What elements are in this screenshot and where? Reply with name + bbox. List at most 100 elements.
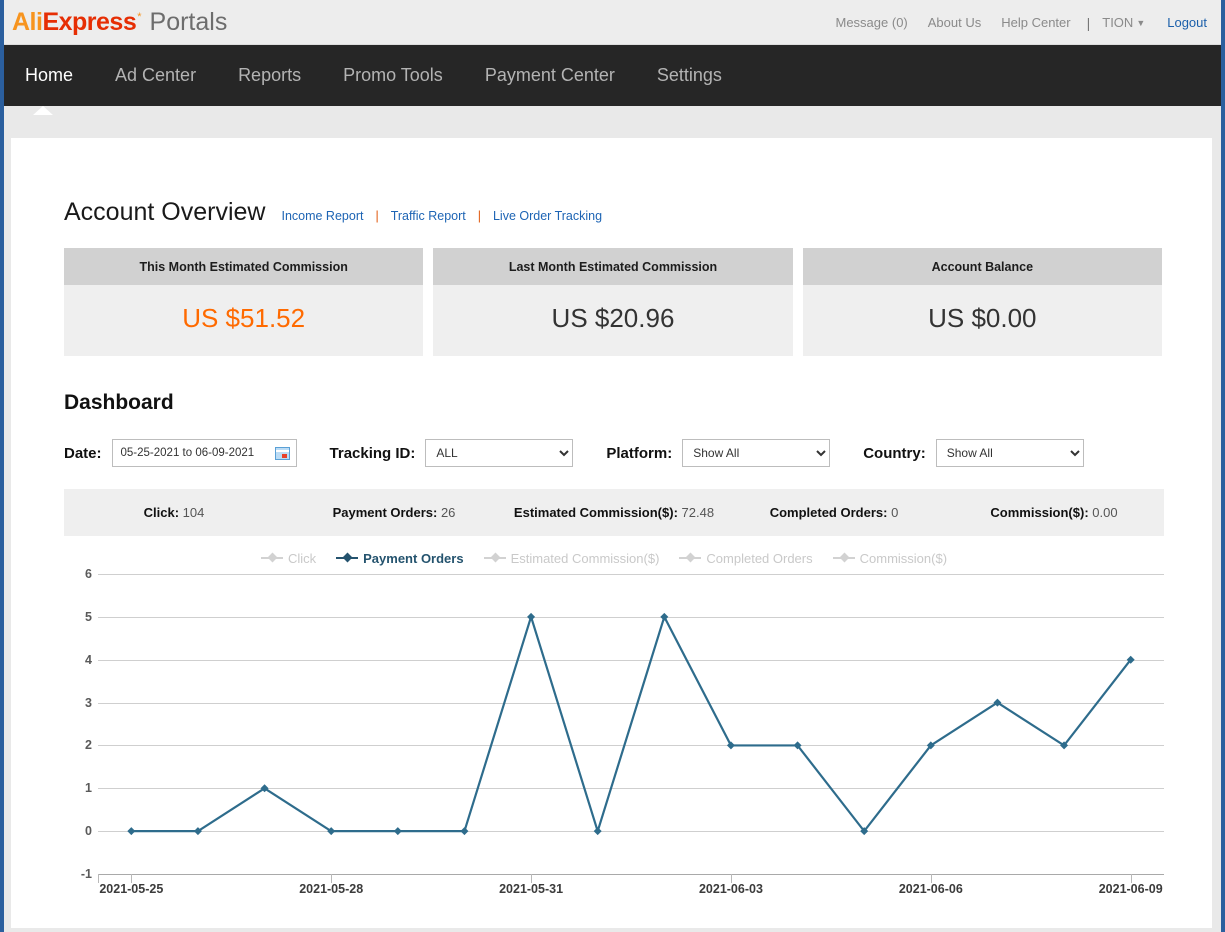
legend-marker-icon: [483, 553, 506, 563]
logo-portals-text: Portals: [149, 7, 228, 36]
series-line: [131, 613, 1132, 835]
about-us-link[interactable]: About Us: [928, 15, 981, 30]
x-axis-tick-label: 2021-06-09: [1098, 882, 1163, 896]
date-label: Date:: [64, 444, 102, 462]
y-axis-tick-label: 4: [85, 652, 92, 667]
country-label: Country:: [863, 444, 926, 462]
chart-y-axis: 6 5 4 3 2 1 0 -1: [64, 567, 92, 881]
top-bar: Ali Express * Portals Message (0) About Us…: [4, 0, 1221, 45]
date-range-input[interactable]: 05-25-2021 to 06-09-2021: [111, 439, 297, 467]
y-axis-tick-label: 5: [85, 609, 92, 624]
platform-label: Platform:: [606, 444, 673, 462]
legend-label: Estimated Commission($): [510, 550, 660, 566]
x-axis-tick-label: 2021-05-28: [299, 882, 364, 896]
nav-item-reports[interactable]: Reports: [217, 45, 322, 106]
live-order-tracking-link[interactable]: Live Order Tracking: [493, 209, 602, 223]
card-this-month-commission: This Month Estimated Commission US $51.5…: [64, 248, 424, 356]
legend-marker-icon: [336, 553, 359, 563]
card-last-month-commission: Last Month Estimated Commission US $20.9…: [433, 248, 793, 356]
chart-legend: Click Payment Orders Estimated Commission(…: [64, 546, 1164, 570]
tracking-id-label: Tracking ID:: [329, 444, 416, 462]
series-point[interactable]: [393, 827, 402, 836]
country-filter-group: Country: Show All: [863, 439, 1084, 467]
y-axis-tick-label: 2: [85, 738, 92, 753]
stat-commission: Commission($): 0.00: [944, 505, 1164, 520]
income-report-link[interactable]: Income Report: [281, 209, 363, 223]
user-menu-label: TION: [1102, 15, 1134, 30]
logo-ali-text: Ali: [12, 7, 43, 36]
x-axis-tick-label: 2021-05-25: [99, 882, 164, 896]
legend-label: Commission($): [859, 550, 948, 566]
y-axis-tick-label: -1: [80, 867, 92, 881]
stat-value: 26: [437, 505, 456, 520]
user-menu[interactable]: TION ▼: [1102, 15, 1145, 30]
page-root: Ali Express * Portals Message (0) About Us…: [4, 0, 1221, 932]
y-axis-tick-label: 3: [85, 695, 92, 710]
main-panel: Account Overview Income Report | Traffic…: [11, 138, 1212, 928]
legend-label: Completed Orders: [706, 550, 813, 566]
logo-star-icon: *: [137, 10, 142, 23]
stat-value: 72.48: [677, 505, 715, 520]
legend-item-click[interactable]: Click: [260, 550, 317, 566]
stat-label: Completed Orders:: [769, 505, 888, 520]
nav-item-promo-tools[interactable]: Promo Tools: [322, 45, 464, 106]
chart-x-labels: 2021-05-25 2021-05-28 2021-05-31 2021-06-03…: [98, 882, 1164, 902]
card-account-balance: Account Balance US $0.00: [802, 248, 1162, 356]
stat-label: Click:: [143, 505, 180, 520]
legend-item-estimated-commission[interactable]: Estimated Commission($): [483, 550, 660, 566]
series-point[interactable]: [593, 827, 602, 836]
legend-marker-icon: [832, 553, 855, 563]
stat-label: Commission($):: [990, 505, 1089, 520]
legend-item-commission[interactable]: Commission($): [832, 550, 948, 566]
traffic-report-link[interactable]: Traffic Report: [391, 209, 466, 223]
nav-item-ad-center[interactable]: Ad Center: [94, 45, 217, 106]
logout-link[interactable]: Logout: [1167, 15, 1207, 30]
stat-payment-orders: Payment Orders: 26: [284, 505, 504, 520]
help-center-link[interactable]: Help Center: [1001, 15, 1070, 30]
account-overview-header: Account Overview Income Report | Traffic…: [64, 198, 1162, 227]
top-right-links: Message (0) About Us Help Center | TION ▼…: [816, 0, 1208, 45]
link-separator-2: |: [477, 209, 481, 223]
card-title: Account Balance: [802, 248, 1162, 285]
card-value: US $20.96: [433, 285, 793, 356]
stat-click: Click: 104: [64, 505, 284, 520]
tracking-id-select[interactable]: ALL: [425, 439, 574, 467]
account-overview-links: Income Report | Traffic Report | Live Or…: [281, 209, 602, 223]
series-point[interactable]: [660, 612, 669, 621]
date-range-value: 05-25-2021 to 06-09-2021: [120, 447, 255, 459]
message-link[interactable]: Message (0): [836, 15, 908, 30]
legend-label: Click: [287, 550, 317, 566]
country-select[interactable]: Show All: [935, 439, 1084, 467]
series-point[interactable]: [460, 827, 469, 836]
card-value: US $51.52: [64, 285, 424, 356]
stat-value: 0: [887, 505, 899, 520]
dashboard-filters: Date: 05-25-2021 to 06-09-2021 Tracking …: [64, 439, 1162, 467]
series-point[interactable]: [127, 827, 136, 836]
calendar-icon[interactable]: [274, 446, 290, 460]
date-filter-group: Date: 05-25-2021 to 06-09-2021: [64, 439, 297, 467]
dashboard-stats-bar: Click: 104 Payment Orders: 26 Estimated Co…: [64, 489, 1164, 536]
chart-series-payment-orders: [127, 612, 1135, 836]
aliexpress-logo[interactable]: Ali Express * Portals: [12, 7, 228, 36]
nav-item-settings[interactable]: Settings: [636, 45, 743, 106]
series-point[interactable]: [726, 741, 735, 750]
platform-select[interactable]: Show All: [682, 439, 831, 467]
nav-item-home[interactable]: Home: [4, 45, 94, 106]
stat-value: 0.00: [1088, 505, 1118, 520]
stat-label: Estimated Commission($):: [513, 505, 678, 520]
x-axis-tick-label: 2021-06-06: [898, 882, 963, 896]
x-axis-tick-label: 2021-05-31: [499, 882, 564, 896]
dashboard-title: Dashboard: [64, 391, 174, 414]
series-point[interactable]: [527, 612, 536, 621]
main-nav: Home Ad Center Reports Promo Tools Payment C…: [4, 45, 1221, 115]
stat-label: Payment Orders:: [332, 505, 438, 520]
chevron-down-icon: ▼: [1136, 18, 1146, 28]
nav-item-payment-center[interactable]: Payment Center: [464, 45, 636, 106]
dashboard-chart: Click Payment Orders Estimated Commission(…: [64, 546, 1164, 906]
x-axis-tick-label: 2021-06-03: [698, 882, 763, 896]
legend-item-payment-orders[interactable]: Payment Orders: [336, 551, 464, 566]
chart-plot: 6 5 4 3 2 1 0 -1 2021-05-25 2021-05-28 2021-05-31…: [64, 567, 1164, 904]
card-value: US $0.00: [802, 285, 1162, 356]
legend-item-completed-orders[interactable]: Completed Orders: [679, 550, 813, 566]
card-title: Last Month Estimated Commission: [433, 248, 793, 285]
